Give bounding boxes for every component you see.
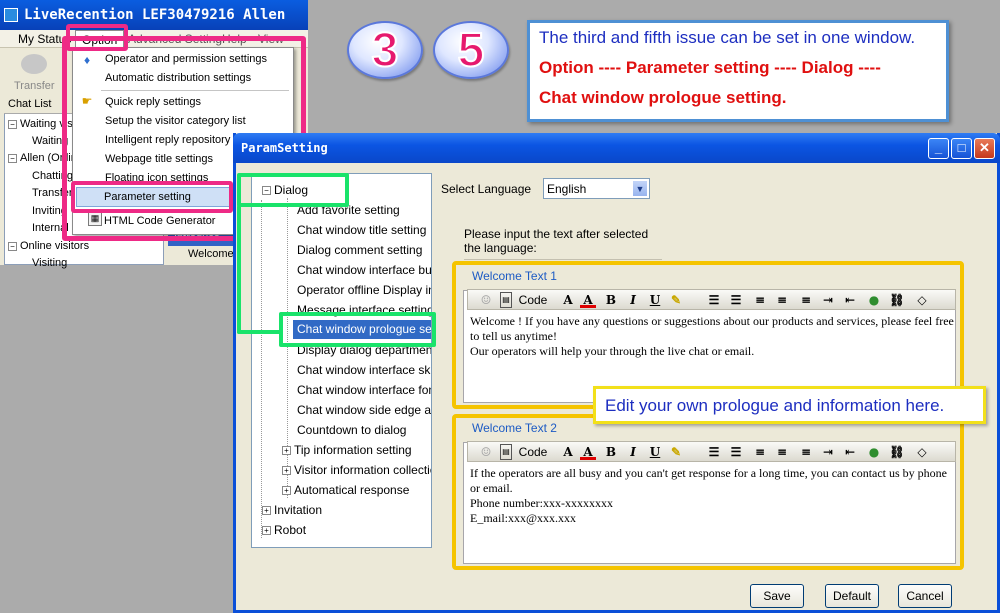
collapse-icon[interactable]: −: [8, 241, 17, 251]
select-language-label: Select Language: [441, 182, 532, 196]
info-callout-line3: Chat window prologue setting.: [539, 88, 787, 107]
default-button[interactable]: Default: [825, 584, 879, 608]
highlight-dialog-node: [237, 173, 349, 207]
chevron-down-icon[interactable]: ▼: [632, 180, 648, 197]
tree-invitation[interactable]: + Invitation: [262, 503, 322, 517]
transfer-label: Transfer: [14, 80, 55, 92]
highlight-connector-vertical: [237, 205, 243, 334]
welcome-item[interactable]: Welcome: [168, 248, 240, 265]
highlight-connector-horizontal: [237, 330, 283, 334]
tree-dialog-comment[interactable]: Dialog comment setting: [297, 243, 422, 257]
info-callout-line2: Option ---- Parameter setting ---- Dialo…: [539, 58, 881, 77]
live-reception-title-bar: LiveRecention LEF30479216 Allen: [0, 0, 308, 30]
tree-chat-interface-skin[interactable]: Chat window interface skin: [297, 363, 431, 377]
bubble-number-5: 5: [433, 21, 509, 79]
app-logo-icon: [4, 8, 18, 22]
maximize-button[interactable]: □: [951, 138, 972, 159]
transfer-icon: [21, 54, 47, 74]
input-hint-text: Please input the text after selected the…: [464, 227, 662, 260]
tree-visiting[interactable]: Visiting: [32, 257, 67, 269]
param-setting-title: ParamSetting: [241, 141, 328, 155]
bubble-number-3: 3: [347, 21, 423, 79]
live-reception-title: LiveRecention LEF30479216 Allen: [24, 7, 286, 23]
expand-icon[interactable]: +: [282, 446, 291, 456]
save-button[interactable]: Save: [750, 584, 804, 608]
highlight-prologue-node: [279, 312, 436, 347]
tree-robot[interactable]: + Robot: [262, 523, 306, 537]
language-select[interactable]: English ▼: [543, 178, 650, 199]
tree-guide-line: [261, 200, 262, 538]
tree-chat-side-edge[interactable]: Chat window side edge ad: [297, 403, 431, 417]
minimize-icon: _: [934, 140, 943, 155]
info-callout: The third and fifth issue can be set in …: [527, 20, 949, 122]
expand-icon[interactable]: +: [282, 466, 291, 476]
tree-countdown[interactable]: Countdown to dialog: [297, 423, 406, 437]
expand-icon[interactable]: +: [262, 506, 271, 516]
edit-prologue-callout: Edit your own prologue and information h…: [593, 386, 986, 424]
info-callout-line1: The third and fifth issue can be set in …: [539, 28, 916, 47]
cancel-button[interactable]: Cancel: [898, 584, 952, 608]
tree-chat-window-title[interactable]: Chat window title setting: [297, 223, 426, 237]
highlight-welcome-text-2: [452, 414, 964, 570]
collapse-icon[interactable]: −: [8, 153, 17, 163]
close-button[interactable]: ✕: [974, 138, 995, 159]
tree-automatical-response[interactable]: + Automatical response: [282, 483, 409, 497]
tree-chat-interface-font[interactable]: Chat window interface font: [297, 383, 431, 397]
param-setting-title-bar: ParamSetting: [233, 133, 1000, 163]
tree-chat-interface-button[interactable]: Chat window interface button setting: [297, 263, 431, 277]
maximize-icon: □: [957, 140, 966, 155]
tree-online-visitors[interactable]: − Online visitors: [8, 240, 89, 252]
language-select-value: English: [547, 182, 587, 196]
minimize-button[interactable]: _: [928, 138, 949, 159]
tree-tip-information[interactable]: + Tip information setting: [282, 443, 412, 457]
tree-operator-offline[interactable]: Operator offline Display interface: [297, 283, 431, 297]
tree-visitor-information[interactable]: + Visitor information collection: [282, 463, 431, 477]
transfer-button[interactable]: Transfer: [14, 52, 55, 94]
expand-icon[interactable]: +: [262, 526, 271, 536]
close-icon: ✕: [979, 140, 990, 155]
collapse-icon[interactable]: −: [8, 119, 17, 129]
expand-icon[interactable]: +: [282, 486, 291, 496]
